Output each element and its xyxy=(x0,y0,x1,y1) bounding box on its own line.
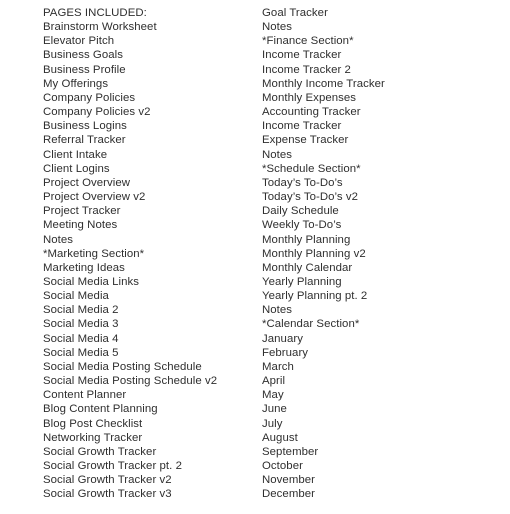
list-item: Yearly Planning pt. 2 xyxy=(262,290,368,303)
list-item: Blog Post Checklist xyxy=(43,417,143,430)
list-item: Goal Tracker xyxy=(262,7,328,19)
list-item: Social Growth Tracker pt. 2 xyxy=(43,460,182,472)
list-item: Social Media 5 xyxy=(43,346,119,359)
list-item: Monthly Expenses xyxy=(262,91,357,104)
list-item: Company Policies v2 xyxy=(43,106,151,119)
list-item: Notes xyxy=(262,148,293,161)
list-item: Today’s To-Do’s v2 xyxy=(262,191,359,204)
list-item: Monthly Calendar xyxy=(262,261,353,274)
list-item: Meeting Notes xyxy=(43,219,118,232)
left-column: PAGES INCLUDED: Brainstorm Worksheet Eleva… xyxy=(0,6,231,501)
list-item: PAGES INCLUDED: xyxy=(43,7,147,19)
list-item: Daily Schedule xyxy=(262,205,339,218)
list-item: Social Media 2 xyxy=(43,304,119,317)
list-item: Brainstorm Worksheet xyxy=(43,21,157,34)
list-item: Marketing Ideas xyxy=(43,261,125,274)
list-item: Project Overview v2 xyxy=(43,191,146,204)
list-item: Social Media Posting Schedule v2 xyxy=(43,375,218,388)
list-item: Business Profile xyxy=(43,63,126,76)
list-item: June xyxy=(262,403,287,416)
list-item: February xyxy=(262,346,309,359)
list-item: Social Media Posting Schedule xyxy=(43,360,202,373)
list-item: Networking Tracker xyxy=(43,431,143,444)
list-item: Elevator Pitch xyxy=(43,35,115,48)
list-item: December xyxy=(262,488,316,501)
list-item: Yearly Planning xyxy=(262,275,342,288)
list-item: *Calendar Section* xyxy=(262,318,360,331)
two-column-layout: PAGES INCLUDED: Brainstorm Worksheet Eleva… xyxy=(0,6,510,501)
list-item: July xyxy=(262,417,283,430)
list-item: Business Logins xyxy=(43,120,127,133)
list-item: Monthly Planning xyxy=(262,233,351,246)
list-item: January xyxy=(262,332,303,345)
list-item: Income Tracker xyxy=(262,120,342,133)
list-item: Social Growth Tracker xyxy=(43,445,157,458)
list-item: Social Growth Tracker v3 xyxy=(43,488,172,501)
list-item: Social Media 4 xyxy=(43,332,119,345)
list-item: October xyxy=(262,460,303,472)
list-item: Weekly To-Do’s xyxy=(262,219,342,232)
list-item: Social Media xyxy=(43,290,109,303)
right-column: Goal Tracker Notes *Finance Section* Income… xyxy=(231,6,510,501)
list-item: Content Planner xyxy=(43,389,127,402)
list-item: Referral Tracker xyxy=(43,134,126,147)
list-item: *Finance Section* xyxy=(262,35,354,48)
list-item: Notes xyxy=(43,233,74,246)
list-item: April xyxy=(262,375,286,388)
list-item: Blog Content Planning xyxy=(43,403,158,416)
right-column-list: Goal Tracker Notes *Finance Section* Income… xyxy=(262,6,510,501)
list-item: August xyxy=(262,431,298,444)
pages-included-document: PAGES INCLUDED: Brainstorm Worksheet Eleva… xyxy=(0,0,510,514)
list-item: Expense Tracker xyxy=(262,134,349,147)
list-item: Income Tracker 2 xyxy=(262,63,351,76)
list-item: March xyxy=(262,360,294,373)
list-item: Project Overview xyxy=(43,176,131,189)
list-item: Income Tracker xyxy=(262,49,342,62)
list-item: September xyxy=(262,445,319,458)
list-item: Notes xyxy=(262,21,293,34)
list-item: Social Growth Tracker v2 xyxy=(43,474,172,487)
list-item: Monthly Planning v2 xyxy=(262,247,366,260)
list-item: Social Media Links xyxy=(43,275,140,288)
left-column-list: PAGES INCLUDED: Brainstorm Worksheet Eleva… xyxy=(43,6,231,501)
list-item: Social Media 3 xyxy=(43,318,119,331)
list-item: Project Tracker xyxy=(43,205,121,218)
list-item: May xyxy=(262,389,284,402)
list-item: Monthly Income Tracker xyxy=(262,77,385,90)
list-item: My Offerings xyxy=(43,77,109,90)
list-item: Company Policies xyxy=(43,91,136,104)
list-item: Client Logins xyxy=(43,162,110,175)
list-item: Accounting Tracker xyxy=(262,106,361,119)
list-item: *Schedule Section* xyxy=(262,162,361,175)
list-item: Notes xyxy=(262,304,293,317)
list-item: Today’s To-Do’s xyxy=(262,176,343,189)
list-item: Client Intake xyxy=(43,148,108,161)
list-item: Business Goals xyxy=(43,49,123,62)
list-item: *Marketing Section* xyxy=(43,247,145,260)
list-item: November xyxy=(262,474,316,487)
